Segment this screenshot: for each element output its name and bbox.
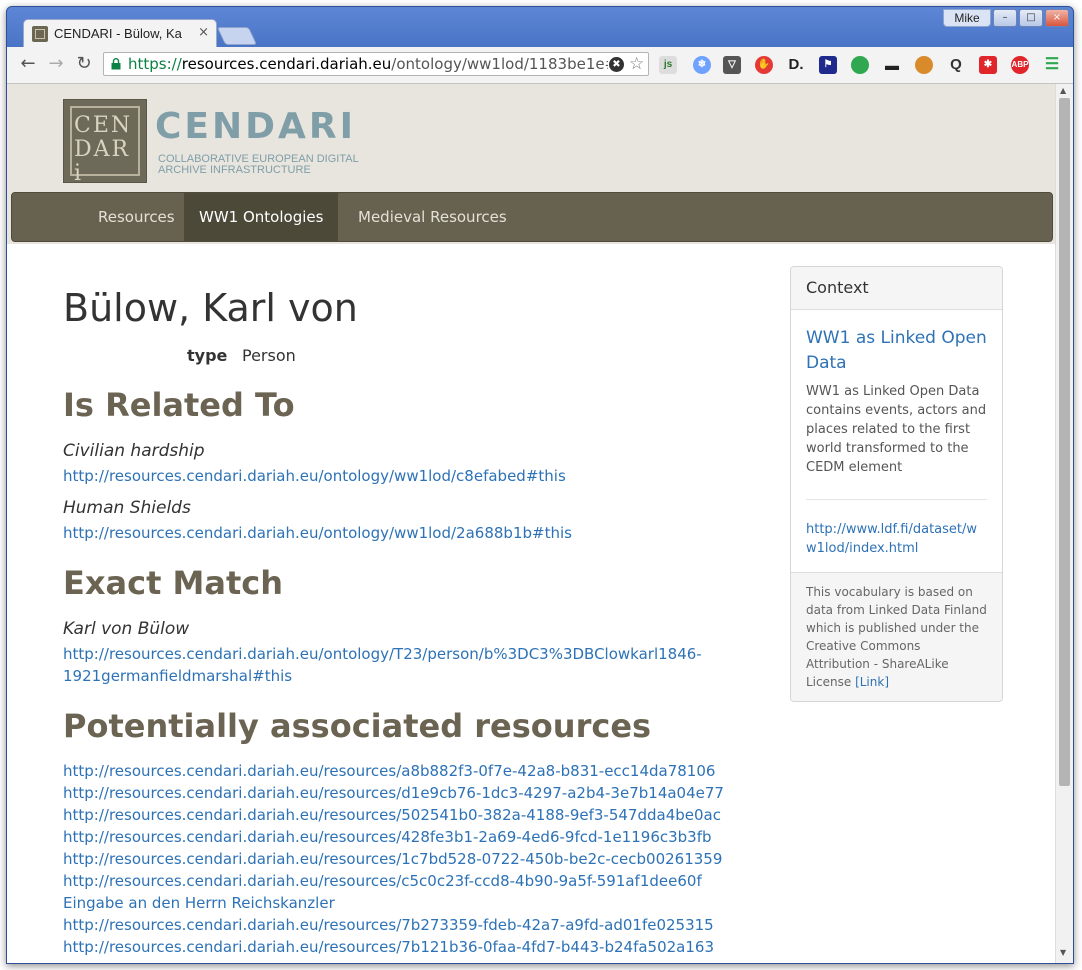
mask-icon[interactable]: ▬: [883, 56, 901, 74]
forward-arrow-icon[interactable]: →: [45, 53, 67, 75]
panel-divider: [806, 499, 987, 500]
minimize-button[interactable]: –: [993, 9, 1017, 27]
associated-resource-link[interactable]: http://resources.cendari.dariah.eu/resou…: [63, 870, 724, 892]
related-item-link[interactable]: http://resources.cendari.dariah.eu/ontol…: [63, 522, 572, 544]
abp-icon[interactable]: ABP: [1011, 56, 1029, 74]
exact-match-label: Karl von Bülow: [63, 619, 190, 639]
dataset-description: WW1 as Linked Open Data contains events,…: [806, 384, 987, 475]
close-window-button[interactable]: ×: [1045, 9, 1069, 27]
main-navbar: Resources WW1 Ontologies Medieval Resour…: [11, 192, 1053, 242]
associated-heading: Potentially associated resources: [63, 707, 652, 745]
site-header: CEN DAR i CENDARI Collaborative European…: [7, 84, 1055, 244]
associated-resource-link[interactable]: http://resources.cendari.dariah.eu/resou…: [63, 782, 724, 804]
tab-strip: CENDARI - Bülow, Ka × Mike – □ ×: [7, 7, 1073, 47]
page-title: Bülow, Karl von: [63, 286, 358, 330]
dataset-title-link[interactable]: WW1 as Linked Open Data: [806, 326, 987, 376]
scroll-down-icon[interactable]: ▼: [1060, 948, 1066, 957]
url-path: /ontology/ww1lod/1183be1e#t: [391, 55, 608, 73]
back-arrow-icon[interactable]: ←: [17, 53, 39, 75]
lock-icon: [111, 58, 121, 70]
associated-resource-link[interactable]: http://resources.cendari.dariah.eu/resou…: [63, 936, 724, 958]
scroll-up-icon[interactable]: ▲: [1060, 86, 1066, 95]
url-scheme: https://: [128, 55, 182, 73]
nav-item-resources[interactable]: Resources: [83, 193, 190, 241]
cookie-icon[interactable]: [915, 56, 933, 74]
flag-icon[interactable]: ⚑: [819, 56, 837, 74]
dataset-url-link[interactable]: http://www.ldf.fi/dataset/ww1lod/index.h…: [806, 520, 987, 558]
context-panel-heading: Context: [791, 267, 1002, 310]
maximize-button[interactable]: □: [1019, 9, 1043, 27]
d-icon[interactable]: D.: [787, 56, 805, 74]
scrollbar-thumb[interactable]: [1059, 98, 1070, 786]
associated-resource-link[interactable]: http://resources.cendari.dariah.eu/resou…: [63, 760, 724, 782]
type-label: type: [187, 346, 228, 365]
exact-match-heading: Exact Match: [63, 564, 283, 602]
red-badge-icon[interactable]: ✱: [979, 56, 997, 74]
vertical-scrollbar[interactable]: ▲ ▼: [1055, 84, 1073, 963]
nav-item-ww1-ontologies[interactable]: WW1 Ontologies: [184, 193, 339, 241]
context-panel-body: WW1 as Linked Open Data WW1 as Linked Op…: [791, 326, 1002, 558]
exact-match-link[interactable]: http://resources.cendari.dariah.eu/ontol…: [63, 643, 702, 665]
leaf-icon[interactable]: [851, 56, 869, 74]
cendari-logo-icon[interactable]: CEN DAR i: [63, 99, 147, 186]
url-text: https://resources.cendari.dariah.eu/onto…: [128, 55, 608, 73]
logo-wordmark[interactable]: CENDARI: [155, 106, 356, 147]
license-link[interactable]: [Link]: [855, 675, 889, 689]
new-tab-button[interactable]: [216, 27, 258, 45]
cendari-favicon-icon: [32, 26, 48, 42]
logo-letters: CEN DAR i: [74, 113, 133, 186]
tab-close-icon[interactable]: ×: [198, 25, 209, 41]
browser-window: CENDARI - Bülow, Ka × Mike – □ × ← → ↻ h…: [6, 6, 1074, 964]
related-item-label: Civilian hardship: [63, 441, 205, 461]
address-bar[interactable]: https://resources.cendari.dariah.eu/onto…: [103, 52, 649, 76]
associated-resource-link[interactable]: http://resources.cendari.dariah.eu/resou…: [63, 804, 724, 826]
related-item-link[interactable]: http://resources.cendari.dariah.eu/ontol…: [63, 465, 566, 487]
exact-match-link-continued[interactable]: 1921germanfieldmarshal#this: [63, 665, 292, 687]
stop-icon[interactable]: ✖: [609, 57, 624, 72]
reload-icon[interactable]: ↻: [73, 53, 95, 75]
type-value: Person: [242, 346, 296, 365]
browser-toolbar: ← → ↻ https://resources.cendari.dariah.e…: [7, 47, 1073, 84]
logo-tagline: Collaborative European Digital Archive I…: [158, 153, 359, 176]
associated-resource-link[interactable]: http://resources.cendari.dariah.eu/resou…: [63, 826, 724, 848]
snowflake-icon[interactable]: ❄: [693, 56, 711, 74]
bookmark-star-icon[interactable]: ☆: [629, 54, 644, 74]
js-icon[interactable]: js: [659, 56, 677, 74]
browser-tab[interactable]: CENDARI - Bülow, Ka ×: [23, 19, 217, 47]
nav-item-medieval-resources[interactable]: Medieval Resources: [343, 193, 522, 241]
associated-resource-link[interactable]: http://resources.cendari.dariah.eu/resou…: [63, 914, 724, 936]
adblock-hand-icon[interactable]: ✋: [755, 56, 773, 74]
license-text: This vocabulary is based on data from Li…: [806, 585, 987, 689]
tab-title: CENDARI - Bülow, Ka: [54, 26, 182, 41]
associated-resource-link[interactable]: Eingabe an den Herrn Reichskanzler: [63, 892, 724, 914]
related-item-label: Human Shields: [63, 498, 191, 518]
q-icon[interactable]: Q: [947, 56, 965, 74]
profile-user-button[interactable]: Mike: [943, 9, 991, 27]
context-panel: Context WW1 as Linked Open Data WW1 as L…: [790, 266, 1003, 702]
associated-resources-list: http://resources.cendari.dariah.eu/resou…: [63, 760, 724, 958]
context-panel-footer: This vocabulary is based on data from Li…: [791, 572, 1002, 701]
pocket-icon[interactable]: ▽: [723, 56, 741, 74]
url-host: resources.cendari.dariah.eu: [181, 55, 392, 73]
associated-resource-link[interactable]: http://resources.cendari.dariah.eu/resou…: [63, 848, 724, 870]
menu-icon[interactable]: ☰: [1043, 56, 1061, 74]
related-heading: Is Related To: [63, 386, 295, 424]
page-viewport: CEN DAR i CENDARI Collaborative European…: [7, 84, 1055, 963]
